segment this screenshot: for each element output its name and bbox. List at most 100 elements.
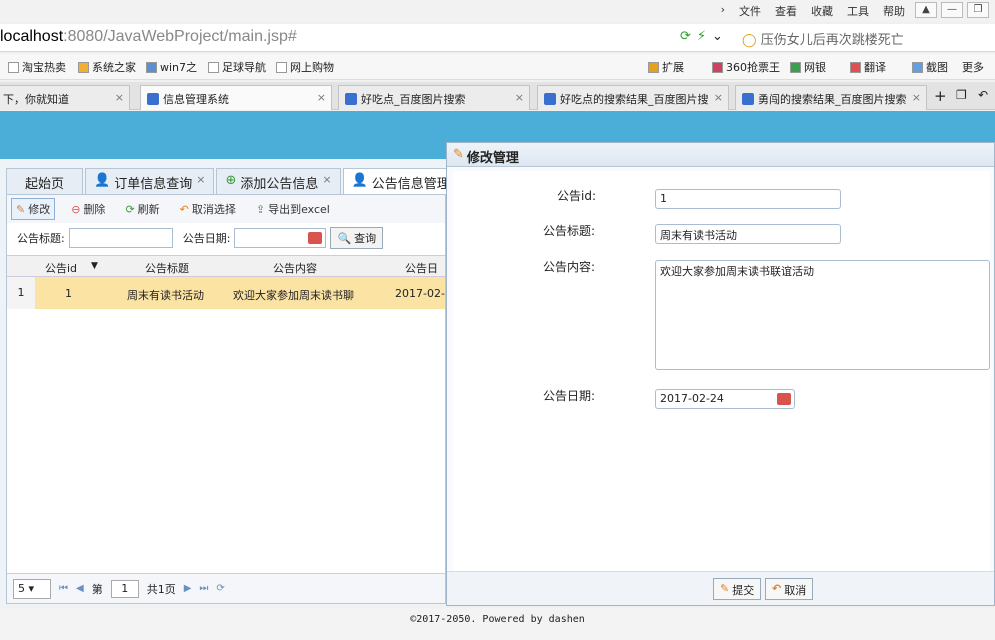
pencil-icon: ✎: [720, 582, 730, 595]
page-icon: [8, 61, 19, 73]
tab-notice-manage[interactable]: 👤 公告信息管理: [342, 168, 459, 194]
id-field[interactable]: 1: [655, 189, 841, 209]
tab-order-query[interactable]: 👤 订单信息查询 ×: [85, 168, 215, 194]
paw-icon: [742, 93, 754, 105]
tab-list-icon[interactable]: ❐: [956, 88, 967, 102]
date-label: 公告日期:: [543, 389, 596, 403]
table-row[interactable]: 1 1 周末有读书活动 欢迎大家参加周末读书聊 2017-02-: [7, 277, 445, 309]
undo-icon[interactable]: ↶: [978, 88, 988, 102]
cancel-select-label: 取消选择: [191, 203, 236, 216]
calendar-icon[interactable]: [308, 232, 323, 244]
bookmark-win7[interactable]: win7之: [146, 59, 197, 75]
folder-icon: [78, 61, 89, 73]
search-box[interactable]: ◯ 压伤女儿后再次跳楼死亡: [742, 29, 904, 48]
browser-tab[interactable]: 下，你就知道 ×: [0, 85, 130, 110]
header-title[interactable]: 公告标题: [145, 260, 189, 276]
cell-id: 1: [65, 287, 72, 300]
menu-help[interactable]: 帮助: [883, 3, 905, 19]
date-search-input[interactable]: [234, 228, 327, 248]
close-icon[interactable]: ×: [196, 173, 205, 194]
page-size-select[interactable]: 5 ▾: [13, 578, 51, 599]
menu-favorites[interactable]: 收藏: [811, 3, 833, 19]
address-bar[interactable]: localhost:8080/JavaWebProject/main.jsp# …: [0, 24, 995, 52]
close-icon[interactable]: ×: [322, 173, 331, 194]
tool-label: 翻译: [864, 61, 886, 74]
reload-icon[interactable]: ⟳: [216, 583, 224, 594]
tab-label: 起始页: [25, 177, 65, 192]
prev-page-icon[interactable]: ◀: [76, 583, 84, 594]
menu-tools[interactable]: 工具: [847, 3, 869, 19]
bookmark-label: 足球导航: [222, 61, 266, 74]
tool-label: 截图: [926, 61, 948, 74]
sort-icon[interactable]: ▼: [91, 261, 98, 271]
bookmark-label: 网上购物: [290, 61, 334, 74]
delete-button[interactable]: ⊖ 删除: [67, 199, 109, 219]
submit-button[interactable]: ✎ 提交: [713, 578, 762, 600]
browser-tab-active[interactable]: 信息管理系统 ×: [140, 85, 332, 110]
cancel-select-button[interactable]: ↶ 取消选择: [176, 199, 240, 219]
new-tab-icon[interactable]: +: [934, 87, 947, 105]
refresh-icon[interactable]: ⟳: [680, 29, 691, 44]
tool-tickets[interactable]: 360抢票王: [712, 59, 780, 75]
menu-view[interactable]: 查看: [775, 3, 797, 19]
close-icon[interactable]: ×: [515, 91, 524, 104]
refresh-button[interactable]: ⟳ 刷新: [121, 199, 163, 219]
close-icon[interactable]: ×: [912, 91, 921, 104]
cancel-button[interactable]: ↶ 取消: [765, 578, 814, 600]
date-field[interactable]: 2017-02-24: [655, 389, 795, 409]
bookmark-football[interactable]: 足球导航: [208, 59, 266, 75]
bookmark-taobao[interactable]: 淘宝热卖: [8, 59, 66, 75]
close-icon[interactable]: ×: [317, 91, 326, 104]
calendar-icon[interactable]: [777, 393, 791, 405]
tool-more[interactable]: 更多: [962, 59, 984, 75]
tool-extensions[interactable]: 扩展: [648, 59, 684, 75]
next-page-icon[interactable]: ▶: [184, 583, 192, 594]
bookmark-label: 系统之家: [92, 61, 136, 74]
user-icon: 👤: [351, 173, 368, 188]
query-button[interactable]: 🔍 查询: [330, 227, 384, 249]
lightning-icon[interactable]: ⚡: [697, 29, 706, 44]
browser-tab[interactable]: 好吃点_百度图片搜索 ×: [338, 85, 530, 110]
export-label: 导出到excel: [268, 203, 330, 216]
page-icon: [276, 61, 287, 73]
chevron-down-icon[interactable]: ⌄: [712, 29, 723, 44]
browser-tab[interactable]: 好吃点的搜索结果_百度图片搜 ×: [537, 85, 729, 110]
shield-icon: [790, 61, 801, 73]
chevron-right-icon[interactable]: ›: [721, 3, 725, 19]
menu-file[interactable]: 文件: [739, 3, 761, 19]
page-input[interactable]: 1: [110, 579, 139, 598]
first-page-icon[interactable]: ⏮: [59, 583, 68, 594]
header-content[interactable]: 公告内容: [273, 260, 317, 276]
export-icon: ⇪: [255, 202, 266, 216]
url-text[interactable]: localhost:8080/JavaWebProject/main.jsp#: [0, 28, 297, 46]
minimize-button[interactable]: —: [941, 2, 963, 18]
restore-button[interactable]: ❐: [967, 2, 989, 18]
tool-screenshot[interactable]: 截图: [912, 59, 948, 75]
bookmark-xitong[interactable]: 系统之家: [78, 59, 136, 75]
add-icon: ⊕: [225, 173, 237, 188]
edit-button[interactable]: ✎ 修改: [11, 198, 56, 220]
tool-translate[interactable]: 翻译: [850, 59, 886, 75]
tab-add-notice[interactable]: ⊕ 添加公告信息 ×: [216, 168, 341, 194]
tool-bank[interactable]: 网银: [790, 59, 826, 75]
last-page-icon[interactable]: ⏭: [199, 583, 208, 594]
cell-content: 欢迎大家参加周末读书聊: [233, 289, 354, 302]
paw-icon: [544, 93, 556, 105]
content-field[interactable]: 欢迎大家参加周末读书联谊活动: [655, 260, 990, 370]
browser-tab[interactable]: 勇闯的搜索结果_百度图片搜索 ×: [735, 85, 927, 110]
dialog-title-bar[interactable]: ✎ 修改管理: [447, 143, 994, 167]
export-button[interactable]: ⇪ 导出到excel: [252, 199, 334, 219]
header-date[interactable]: 公告日: [405, 260, 438, 276]
title-field[interactable]: 周末有读书活动: [655, 224, 841, 244]
close-icon[interactable]: ×: [714, 91, 723, 104]
bird-icon: [146, 61, 157, 73]
header-id[interactable]: 公告id: [45, 260, 77, 276]
tab-home[interactable]: 起始页: [6, 168, 84, 194]
close-icon[interactable]: ×: [115, 91, 124, 104]
title-search-input[interactable]: [68, 228, 173, 248]
notice-panel: ✎ 修改 ⊖ 删除 ⟳ 刷新 ↶ 取消选择 ⇪ 导出到excel 公告标题: 公告日期: …: [6, 194, 446, 604]
shirt-icon[interactable]: ▲: [915, 2, 937, 18]
bookmarks-bar: 淘宝热卖 系统之家 win7之 足球导航 网上购物 扩展 360抢票王 网银 翻…: [0, 54, 995, 80]
bookmark-shopping[interactable]: 网上购物: [276, 59, 334, 75]
toolbar: ✎ 修改 ⊖ 删除 ⟳ 刷新 ↶ 取消选择 ⇪ 导出到excel: [7, 195, 445, 223]
